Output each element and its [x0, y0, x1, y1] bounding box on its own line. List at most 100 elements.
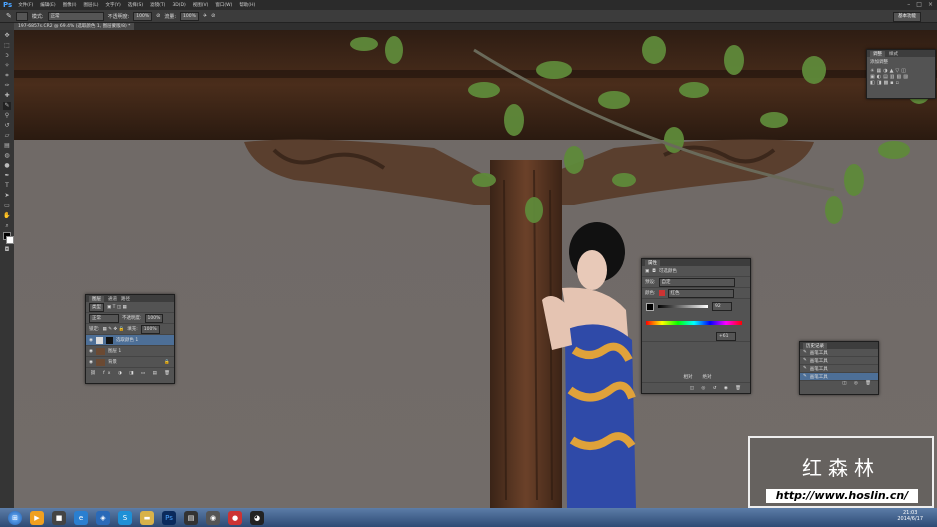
pressure-size-icon[interactable]: ⊘ — [211, 13, 215, 19]
menu-type[interactable]: 文字(Y) — [106, 2, 121, 8]
flow-input[interactable]: 100% — [180, 11, 199, 21]
media-player-icon[interactable]: ▶ — [30, 510, 44, 525]
menu-select[interactable]: 选择(S) — [128, 2, 143, 8]
properties-actions[interactable]: ◫ ◎ ↺ ◉ 🗑 — [642, 383, 750, 393]
eye-icon[interactable]: ◉ — [89, 338, 93, 343]
lasso-tool-icon[interactable]: ↄ — [3, 52, 11, 60]
menu-window[interactable]: 窗口(W) — [215, 2, 232, 8]
gradient-tool-icon[interactable]: ▤ — [3, 142, 11, 150]
history-item[interactable]: ✎ 画笔工具 — [800, 349, 878, 357]
filter-icons[interactable]: ▣ T ◫ ▦ — [107, 305, 127, 310]
shape-tool-icon[interactable]: ▭ — [3, 202, 11, 210]
pen-tool-icon[interactable]: ✒ — [3, 172, 11, 180]
brush-tool-icon[interactable]: ✎ — [3, 102, 11, 110]
photoshop-icon[interactable]: Ps — [162, 510, 176, 525]
history-item-label[interactable]: 画笔工具 — [810, 374, 828, 380]
browser-icon[interactable]: e — [74, 510, 88, 525]
recorder-icon[interactable]: ● — [228, 510, 242, 525]
blur-tool-icon[interactable]: ◍ — [3, 152, 11, 160]
foreground-swatch[interactable] — [646, 303, 654, 311]
styles-tab[interactable]: 样式 — [889, 51, 898, 57]
properties-tab[interactable]: 属性 — [645, 259, 660, 266]
eye-icon[interactable]: ◉ — [89, 349, 93, 354]
healing-tool-icon[interactable]: ✚ — [3, 92, 11, 100]
dodge-tool-icon[interactable]: ● — [3, 162, 11, 170]
history-item-label[interactable]: 画笔工具 — [810, 350, 828, 356]
video-camera-icon[interactable]: ■ — [52, 510, 66, 525]
maximize-icon[interactable]: □ — [916, 1, 922, 8]
crop-tool-icon[interactable]: ⌗ — [3, 72, 11, 80]
minimize-icon[interactable]: – — [907, 1, 910, 8]
color-picker-area[interactable]: 92 — [642, 299, 750, 331]
hue-bar[interactable] — [646, 321, 742, 325]
paths-tab[interactable]: 路径 — [121, 296, 130, 302]
channels-tab[interactable]: 通道 — [108, 296, 117, 302]
fill-input[interactable]: 100% — [140, 324, 160, 334]
lock-icons[interactable]: ▦ ✎ ✥ 🔒 — [103, 327, 125, 332]
history-brush-tool-icon[interactable]: ↺ — [3, 122, 11, 130]
menu-filter[interactable]: 滤镜(T) — [150, 2, 165, 8]
system-clock[interactable]: 21:03 2014/6/17 — [897, 510, 923, 522]
layer-name[interactable]: 图层 1 — [108, 348, 121, 354]
document-tab[interactable]: 197-6857s.CR2 @ 69.4% (选取颜色 1, 图层蒙版/8) * — [14, 23, 135, 30]
menu-layer[interactable]: 图层(L) — [84, 2, 99, 8]
pressure-opacity-icon[interactable]: ⊘ — [156, 13, 160, 19]
clone-stamp-tool-icon[interactable]: ⚲ — [3, 112, 11, 120]
quick-mask-icon[interactable]: ◘ — [3, 246, 11, 254]
layers-tab[interactable]: 图层 — [89, 295, 104, 302]
value-slider[interactable] — [658, 305, 708, 308]
shield-icon[interactable]: ◈ — [96, 510, 110, 525]
search-app-icon[interactable]: S — [118, 510, 132, 525]
color-swatches-icon[interactable] — [3, 232, 14, 244]
history-item[interactable]: ✎ 画笔工具 — [800, 365, 878, 373]
brush-size-picker[interactable] — [15, 11, 28, 21]
method-absolute-radio[interactable]: 绝对 — [703, 374, 712, 380]
layer-row[interactable]: ◉ 背景 🔒 — [86, 357, 174, 368]
close-icon[interactable]: × — [928, 1, 933, 8]
menu-help[interactable]: 帮助(H) — [239, 2, 255, 8]
value-input[interactable]: 92 — [712, 302, 732, 311]
hand-tool-icon[interactable]: ✋ — [3, 212, 11, 220]
penguin-icon[interactable]: ◕ — [250, 510, 264, 525]
menu-view[interactable]: 视图(V) — [193, 2, 209, 8]
film-icon[interactable]: ▤ — [184, 510, 198, 525]
colors-select[interactable]: 红色 — [667, 288, 734, 298]
brush-tool-icon[interactable]: ✎ — [6, 12, 12, 20]
blend-mode-select[interactable]: 正常 — [89, 313, 119, 323]
airbrush-icon[interactable]: ✈ — [203, 13, 207, 19]
history-item-label[interactable]: 画笔工具 — [810, 358, 828, 364]
path-select-tool-icon[interactable]: ➤ — [3, 192, 11, 200]
start-button-icon[interactable]: ⊞ — [8, 510, 22, 525]
eyedropper-tool-icon[interactable]: ✑ — [3, 82, 11, 90]
opacity-input[interactable]: 100% — [133, 11, 153, 21]
eraser-tool-icon[interactable]: ▱ — [3, 132, 11, 140]
zoom-tool-icon[interactable]: ⌕ — [3, 222, 11, 230]
menu-edit[interactable]: 编辑(E) — [40, 2, 55, 8]
layer-name[interactable]: 选取颜色 1 — [116, 337, 138, 343]
workspace-select[interactable]: 基本功能 — [893, 12, 921, 22]
menu-3d[interactable]: 3D(D) — [172, 3, 185, 8]
layer-opacity-input[interactable]: 100% — [144, 313, 164, 323]
layer-name[interactable]: 背景 — [108, 359, 117, 365]
marquee-tool-icon[interactable]: ⬚ — [3, 42, 11, 50]
adjustments-tab[interactable]: 调整 — [870, 50, 885, 57]
preset-select[interactable]: 自定 — [658, 277, 735, 287]
quick-select-tool-icon[interactable]: ✧ — [3, 62, 11, 70]
value2-input[interactable]: +61 — [716, 331, 736, 341]
layer-mask-thumbnail[interactable] — [105, 336, 113, 344]
mask-icon[interactable]: ◘ — [652, 269, 656, 274]
layer-actions[interactable]: ⛓ fx ◑ ◨ ▭ ▤ 🗑 — [86, 368, 174, 378]
menu-image[interactable]: 图像(I) — [63, 2, 77, 8]
history-item[interactable]: ✎ 画笔工具 — [800, 357, 878, 365]
adjustment-icons[interactable]: ☀▦◑▲▽◫ ▣◐▤▥▧▨ ◧◨▩▪▫ — [867, 67, 935, 87]
folder-icon[interactable]: ▬ — [140, 510, 154, 525]
history-actions[interactable]: ◫ ◎ 🗑 — [800, 381, 878, 386]
history-item[interactable]: ✎ 画笔工具 — [800, 373, 878, 381]
mode-select[interactable]: 正常 — [47, 11, 104, 21]
type-tool-icon[interactable]: T — [3, 182, 11, 190]
layer-row[interactable]: ◉ 图层 1 — [86, 346, 174, 357]
eye-icon[interactable]: ◉ — [89, 360, 93, 365]
camera-icon[interactable]: ◉ — [206, 510, 220, 525]
method-relative-radio[interactable]: 相对 — [684, 374, 693, 380]
layer-row[interactable]: ◉ 选取颜色 1 — [86, 335, 174, 346]
